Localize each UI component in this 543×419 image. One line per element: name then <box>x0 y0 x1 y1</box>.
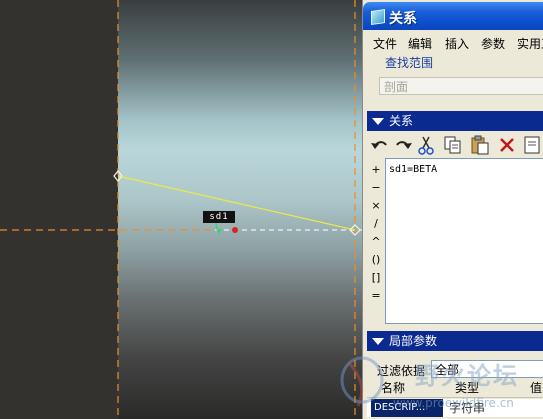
column-header-value[interactable]: 值 <box>527 379 543 398</box>
undo-icon[interactable] <box>369 134 391 156</box>
menu-edit[interactable]: 编辑 <box>408 35 432 52</box>
local-params-section-header[interactable]: 局部参数 <box>367 331 543 351</box>
edit-icon[interactable] <box>522 134 543 156</box>
copy-icon[interactable] <box>442 134 464 156</box>
dialog-titlebar[interactable]: 关系 <box>363 2 543 30</box>
operator-parens-button[interactable]: () <box>368 253 384 266</box>
watermark-url: www.proewildfire.cn <box>393 396 514 410</box>
operator-power-button[interactable]: ^ <box>368 235 384 248</box>
relations-section-label: 关系 <box>389 114 414 128</box>
dialog-title: 关系 <box>389 11 417 27</box>
find-scope-field[interactable]: 剖面 <box>379 77 543 95</box>
operator-plus-button[interactable]: + <box>368 163 384 176</box>
sketch-line[interactable] <box>117 175 356 231</box>
sketch-canvas[interactable] <box>0 0 362 419</box>
menu-utilities[interactable]: 实用工 <box>517 35 543 52</box>
redo-icon[interactable] <box>392 134 414 156</box>
relations-editor[interactable]: sd1=BETA <box>385 158 543 324</box>
operator-equals-button[interactable]: = <box>368 289 384 302</box>
find-scope-label: 查找范围 <box>385 56 434 70</box>
relation-line[interactable]: sd1=BETA <box>389 164 540 175</box>
operator-multiply-button[interactable]: × <box>368 199 384 212</box>
app-icon <box>371 9 385 25</box>
operator-minus-button[interactable]: − <box>368 181 384 194</box>
relations-section-header[interactable]: 关系 <box>367 111 543 131</box>
graphics-viewport[interactable]: sd1 <box>0 0 362 419</box>
collapse-triangle-icon[interactable] <box>372 338 384 345</box>
vertex-marker <box>232 227 238 233</box>
watermark-text: 野火论坛 <box>415 362 519 390</box>
menu-parameters[interactable]: 参数 <box>481 35 505 52</box>
collapse-triangle-icon[interactable] <box>372 118 384 125</box>
menubar: 文件 编辑 插入 参数 实用工 <box>363 32 543 52</box>
relations-toolbar <box>367 133 543 157</box>
menu-file[interactable]: 文件 <box>373 35 397 52</box>
delete-icon[interactable] <box>496 134 518 156</box>
dimension-tag[interactable]: sd1 <box>203 211 235 223</box>
menu-insert[interactable]: 插入 <box>445 35 469 52</box>
paste-icon[interactable] <box>469 134 491 156</box>
operator-divide-button[interactable]: / <box>368 217 384 230</box>
cut-icon[interactable] <box>415 134 437 156</box>
operator-brackets-button[interactable]: [] <box>368 271 384 284</box>
angle-dimension-arrow-bottom <box>216 229 222 234</box>
local-params-section-label: 局部参数 <box>389 334 438 348</box>
operator-buttons: + − × / ^ () [] = <box>368 159 384 319</box>
